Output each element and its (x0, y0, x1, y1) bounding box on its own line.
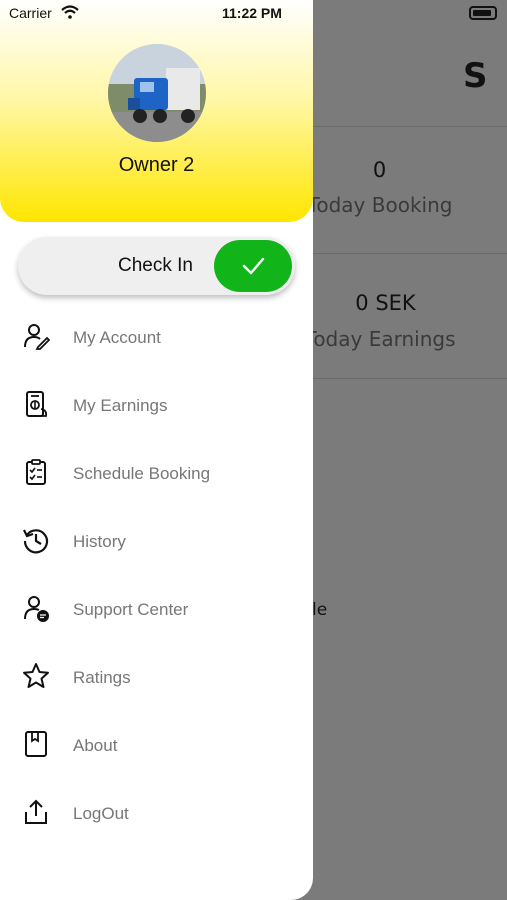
menu-item-label: LogOut (73, 804, 129, 823)
clipboard-list-icon (26, 459, 46, 485)
check-in-knob[interactable] (214, 240, 292, 292)
menu-item-logout[interactable]: LogOut (0, 782, 313, 842)
menu-item-label: Ratings (73, 668, 131, 687)
book-icon (25, 731, 47, 757)
menu-item-my-earnings[interactable]: My Earnings (0, 374, 313, 434)
menu-item-label: History (73, 532, 126, 551)
menu-item-label: My Earnings (73, 396, 168, 415)
star-icon (23, 663, 49, 688)
partial-text: le (312, 600, 328, 620)
battery-icon (469, 6, 497, 20)
logout-icon (25, 799, 47, 824)
divider (312, 253, 507, 254)
status-time: 11:22 PM (222, 5, 282, 21)
check-icon (242, 257, 265, 275)
menu-item-history[interactable]: History (0, 510, 313, 570)
support-user-icon (24, 596, 49, 622)
truck-image (108, 44, 206, 142)
check-in-toggle[interactable]: Check In (18, 237, 295, 295)
menu-item-label: About (73, 736, 118, 755)
menu-item-label: My Account (73, 328, 161, 347)
carrier-label: Carrier (9, 5, 52, 21)
menu-item-about[interactable]: About (0, 714, 313, 774)
divider (312, 126, 507, 127)
today-booking-value: 0 (372, 158, 387, 182)
owner-name: Owner 2 (118, 154, 195, 176)
earnings-icon (26, 391, 48, 417)
divider (312, 378, 507, 379)
menu-item-my-account[interactable]: My Account (0, 306, 313, 366)
avatar[interactable] (108, 44, 206, 142)
menu-item-schedule-booking[interactable]: Schedule Booking (0, 442, 313, 502)
side-drawer: Carrier 11:22 PM Owner 2 Check In My Acc… (0, 0, 313, 900)
check-in-label: Check In (118, 255, 193, 276)
menu-item-ratings[interactable]: Ratings (0, 646, 313, 706)
history-icon (23, 529, 49, 554)
app-logo-icon: S (463, 56, 488, 96)
menu-item-label: Schedule Booking (73, 464, 211, 483)
today-earnings-value: 0 SEK (355, 291, 416, 315)
menu-item-label: Support Center (73, 600, 189, 619)
drawer-header: Carrier 11:22 PM Owner 2 (0, 0, 313, 222)
menu-item-support-center[interactable]: Support Center (0, 578, 313, 638)
user-edit-icon (24, 324, 50, 350)
wifi-icon (61, 5, 79, 19)
